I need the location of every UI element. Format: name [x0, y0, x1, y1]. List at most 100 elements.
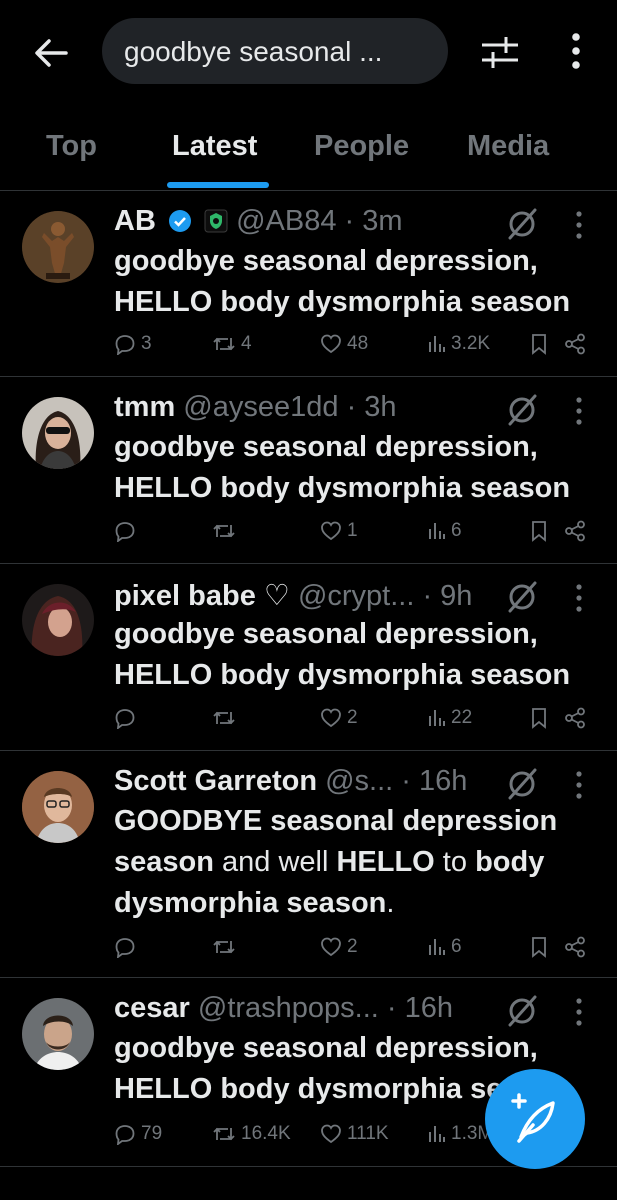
repost-icon [213, 1127, 235, 1141]
avatar[interactable] [22, 771, 94, 843]
post[interactable]: pixel babe ♡ @crypt... · 9h goodbye seas… [0, 564, 617, 751]
tab-media[interactable]: Media [467, 130, 549, 163]
tab-latest[interactable]: Latest [172, 130, 257, 163]
post[interactable]: AB @AB84 · 3m goodbye seasonal depressio… [0, 191, 617, 377]
view-count: 3.2K [451, 333, 491, 354]
grok-icon[interactable] [505, 393, 539, 427]
author-name[interactable]: pixel babe ♡ [114, 580, 290, 612]
bold-text: season [114, 846, 214, 878]
post-more-icon[interactable] [570, 996, 588, 1030]
author-handle[interactable]: @aysee1dd [183, 391, 338, 423]
bookmark-icon[interactable] [530, 520, 548, 542]
like-button[interactable]: 2 [320, 936, 358, 958]
bookmark-icon[interactable] [530, 707, 548, 729]
post-time: · 16h [386, 992, 454, 1024]
share-icon[interactable] [564, 936, 586, 958]
avatar[interactable] [22, 397, 94, 469]
post-header: Scott Garreton @s... · 16h [114, 765, 514, 805]
post-more-icon[interactable] [570, 582, 588, 616]
reply-icon [115, 335, 135, 355]
author-handle[interactable]: @trashpops... [198, 992, 379, 1024]
active-tab-indicator [167, 182, 269, 188]
post-time: · 3h [346, 391, 397, 423]
views-button[interactable]: 6 [428, 520, 462, 542]
affiliate-badge-icon [204, 208, 228, 241]
grok-icon[interactable] [505, 994, 539, 1028]
tab-top[interactable]: Top [46, 130, 97, 163]
reply-button[interactable] [114, 707, 141, 729]
post-text: goodbye seasonal depression, HELLO body … [114, 427, 604, 509]
search-tabs: Top Latest People Media [0, 112, 617, 191]
author-handle[interactable]: @s... [325, 765, 393, 797]
post-time: · 3m [344, 205, 403, 237]
views-button[interactable]: 6 [428, 936, 462, 958]
post-more-icon[interactable] [570, 209, 588, 243]
post-more-icon[interactable] [570, 769, 588, 803]
author-handle[interactable]: @AB84 [236, 205, 336, 237]
avatar[interactable] [22, 211, 94, 283]
like-button[interactable]: 48 [320, 333, 368, 355]
views-button[interactable]: 3.2K [428, 333, 490, 355]
reply-icon [115, 938, 135, 958]
tab-people[interactable]: People [314, 130, 409, 163]
post-text: goodbye seasonal depression, HELLO body … [114, 614, 604, 696]
heart-icon [321, 1124, 341, 1144]
post-actions: 2 6 [114, 936, 594, 966]
repost-button[interactable] [212, 707, 241, 729]
grok-icon[interactable] [505, 580, 539, 614]
reply-button[interactable] [114, 936, 141, 958]
post-text-line: HELLO body dysmorphia season [114, 286, 571, 318]
repost-button[interactable]: 4 [212, 333, 252, 355]
repost-button[interactable]: 16.4K [212, 1123, 291, 1145]
reply-count: 79 [141, 1123, 163, 1144]
grok-icon[interactable] [505, 207, 539, 241]
like-button[interactable]: 1 [320, 520, 358, 542]
share-icon[interactable] [564, 333, 586, 355]
like-button[interactable]: 2 [320, 707, 358, 729]
author-name[interactable]: cesar [114, 992, 190, 1024]
compose-post-button[interactable] [485, 1069, 585, 1169]
author-name[interactable]: AB [114, 205, 156, 237]
post[interactable]: tmm @aysee1dd · 3h goodbye seasonal depr… [0, 377, 617, 564]
avatar[interactable] [22, 998, 94, 1070]
reply-button[interactable] [114, 520, 141, 542]
post-time: · 16h [401, 765, 468, 797]
author-name[interactable]: tmm [114, 391, 175, 423]
post-time: · 9h [422, 580, 473, 612]
post-text-line: HELLO body dysmorphia season [114, 659, 571, 691]
post[interactable]: Scott Garreton @s... · 16h GOODBYE seaso… [0, 751, 617, 978]
view-count: 6 [451, 936, 462, 957]
like-count: 48 [347, 333, 369, 354]
reply-button[interactable]: 3 [114, 333, 152, 355]
search-input[interactable]: goodbye seasonal ... [102, 18, 448, 84]
repost-button[interactable] [212, 936, 241, 958]
post-more-icon[interactable] [570, 395, 588, 429]
bookmark-icon[interactable] [530, 333, 548, 355]
normal-text: to [434, 846, 476, 878]
share-icon[interactable] [564, 520, 586, 542]
post-text-line: goodbye seasonal depression, [114, 431, 538, 463]
avatar[interactable] [22, 584, 94, 656]
post-text-line: GOODBYE seasonal depression [114, 801, 604, 842]
top-bar: goodbye seasonal ... [0, 0, 617, 105]
repost-button[interactable] [212, 520, 241, 542]
search-filter-icon[interactable] [478, 32, 522, 72]
post-actions: 3 4 48 3.2K [114, 333, 594, 363]
bookmark-icon[interactable] [530, 936, 548, 958]
like-button[interactable]: 111K [320, 1123, 389, 1145]
repost-icon [213, 940, 235, 954]
back-arrow-icon[interactable] [32, 34, 70, 72]
normal-text: . [386, 887, 395, 919]
author-name[interactable]: Scott Garreton [114, 765, 317, 797]
views-button[interactable]: 1.3M [428, 1123, 493, 1145]
grok-icon[interactable] [505, 767, 539, 801]
reply-button[interactable]: 79 [114, 1123, 162, 1145]
author-handle[interactable]: @crypt... [298, 580, 414, 612]
post-text-line: HELLO body dysmorphia season [114, 472, 571, 504]
heart-icon [321, 937, 341, 957]
views-button[interactable]: 22 [428, 707, 472, 729]
like-count: 2 [347, 707, 358, 728]
share-icon[interactable] [564, 707, 586, 729]
more-options-icon[interactable] [562, 30, 590, 72]
verified-badge-icon [168, 208, 192, 241]
